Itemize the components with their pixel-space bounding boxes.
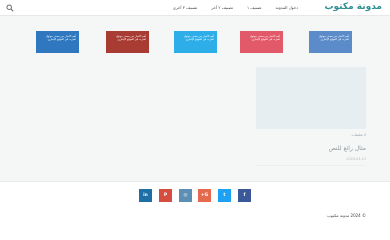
instagram-icon: ◎	[183, 193, 188, 198]
nav-item-category-1[interactable]: تصنيف ١	[247, 5, 262, 10]
featured-card[interactable]: أهم الأخبار من مصدر موثوق نُشرت في الموق…	[36, 31, 79, 53]
featured-card-text: أهم الأخبار من مصدر موثوق نُشرت في الموق…	[115, 35, 146, 42]
post-thumbnail[interactable]	[256, 67, 366, 129]
site-logo[interactable]: مدونة مكتوب	[324, 2, 382, 12]
featured-card-text: أهم الأخبار من مصدر موثوق نُشرت في الموق…	[249, 35, 280, 42]
search-icon[interactable]	[6, 4, 14, 12]
social-links: f t G+ ◎ P in	[139, 189, 251, 203]
copyright-text: © 2024 مدونة مكتوب	[327, 213, 366, 218]
post-title[interactable]: مثال رائع للنص	[329, 145, 366, 152]
instagram-button[interactable]: ◎	[179, 189, 192, 202]
featured-card-text: أهم الأخبار من مصدر موثوق نُشرت في الموق…	[318, 35, 349, 42]
post-date: 2024-03-15	[346, 157, 366, 161]
nav-item-blog-entry[interactable]: دخول المدونة	[276, 5, 298, 10]
google-plus-icon: G+	[200, 193, 209, 198]
pinterest-icon: P	[163, 193, 168, 198]
post-comments-count[interactable]: لا تعليقات	[352, 133, 367, 137]
footer: f t G+ ◎ P in © 2024 مدونة مكتوب	[0, 181, 390, 240]
featured-cards: أهم الأخبار من مصدر موثوق نُشرت في الموق…	[0, 31, 390, 53]
nav-item-category-2[interactable]: تصنيف ٢ آخر	[211, 5, 233, 10]
linkedin-button[interactable]: in	[139, 189, 152, 202]
featured-card[interactable]: أهم الأخبار من مصدر موثوق نُشرت في الموق…	[174, 31, 217, 53]
nav-item-category-3[interactable]: تصنيف ٣ أخرى	[173, 5, 198, 10]
main-nav: دخول المدونة تصنيف ١ تصنيف ٢ آخر تصنيف ٣…	[173, 5, 298, 10]
linkedin-icon: in	[143, 193, 148, 198]
featured-card-text: أهم الأخبار من مصدر موثوق نُشرت في الموق…	[45, 35, 76, 42]
pinterest-button[interactable]: P	[159, 189, 172, 202]
twitter-button[interactable]: t	[218, 189, 231, 202]
top-bar: مدونة مكتوب دخول المدونة تصنيف ١ تصنيف ٢…	[0, 0, 390, 16]
featured-card-text: أهم الأخبار من مصدر موثوق نُشرت في الموق…	[183, 35, 214, 42]
featured-card[interactable]: أهم الأخبار من مصدر موثوق نُشرت في الموق…	[240, 31, 283, 53]
twitter-icon: t	[223, 193, 226, 198]
divider	[256, 165, 366, 166]
google-plus-button[interactable]: G+	[198, 189, 211, 202]
facebook-button[interactable]: f	[238, 189, 251, 202]
featured-card[interactable]: أهم الأخبار من مصدر موثوق نُشرت في الموق…	[106, 31, 149, 53]
facebook-icon: f	[243, 193, 246, 198]
featured-card[interactable]: أهم الأخبار من مصدر موثوق نُشرت في الموق…	[309, 31, 352, 53]
